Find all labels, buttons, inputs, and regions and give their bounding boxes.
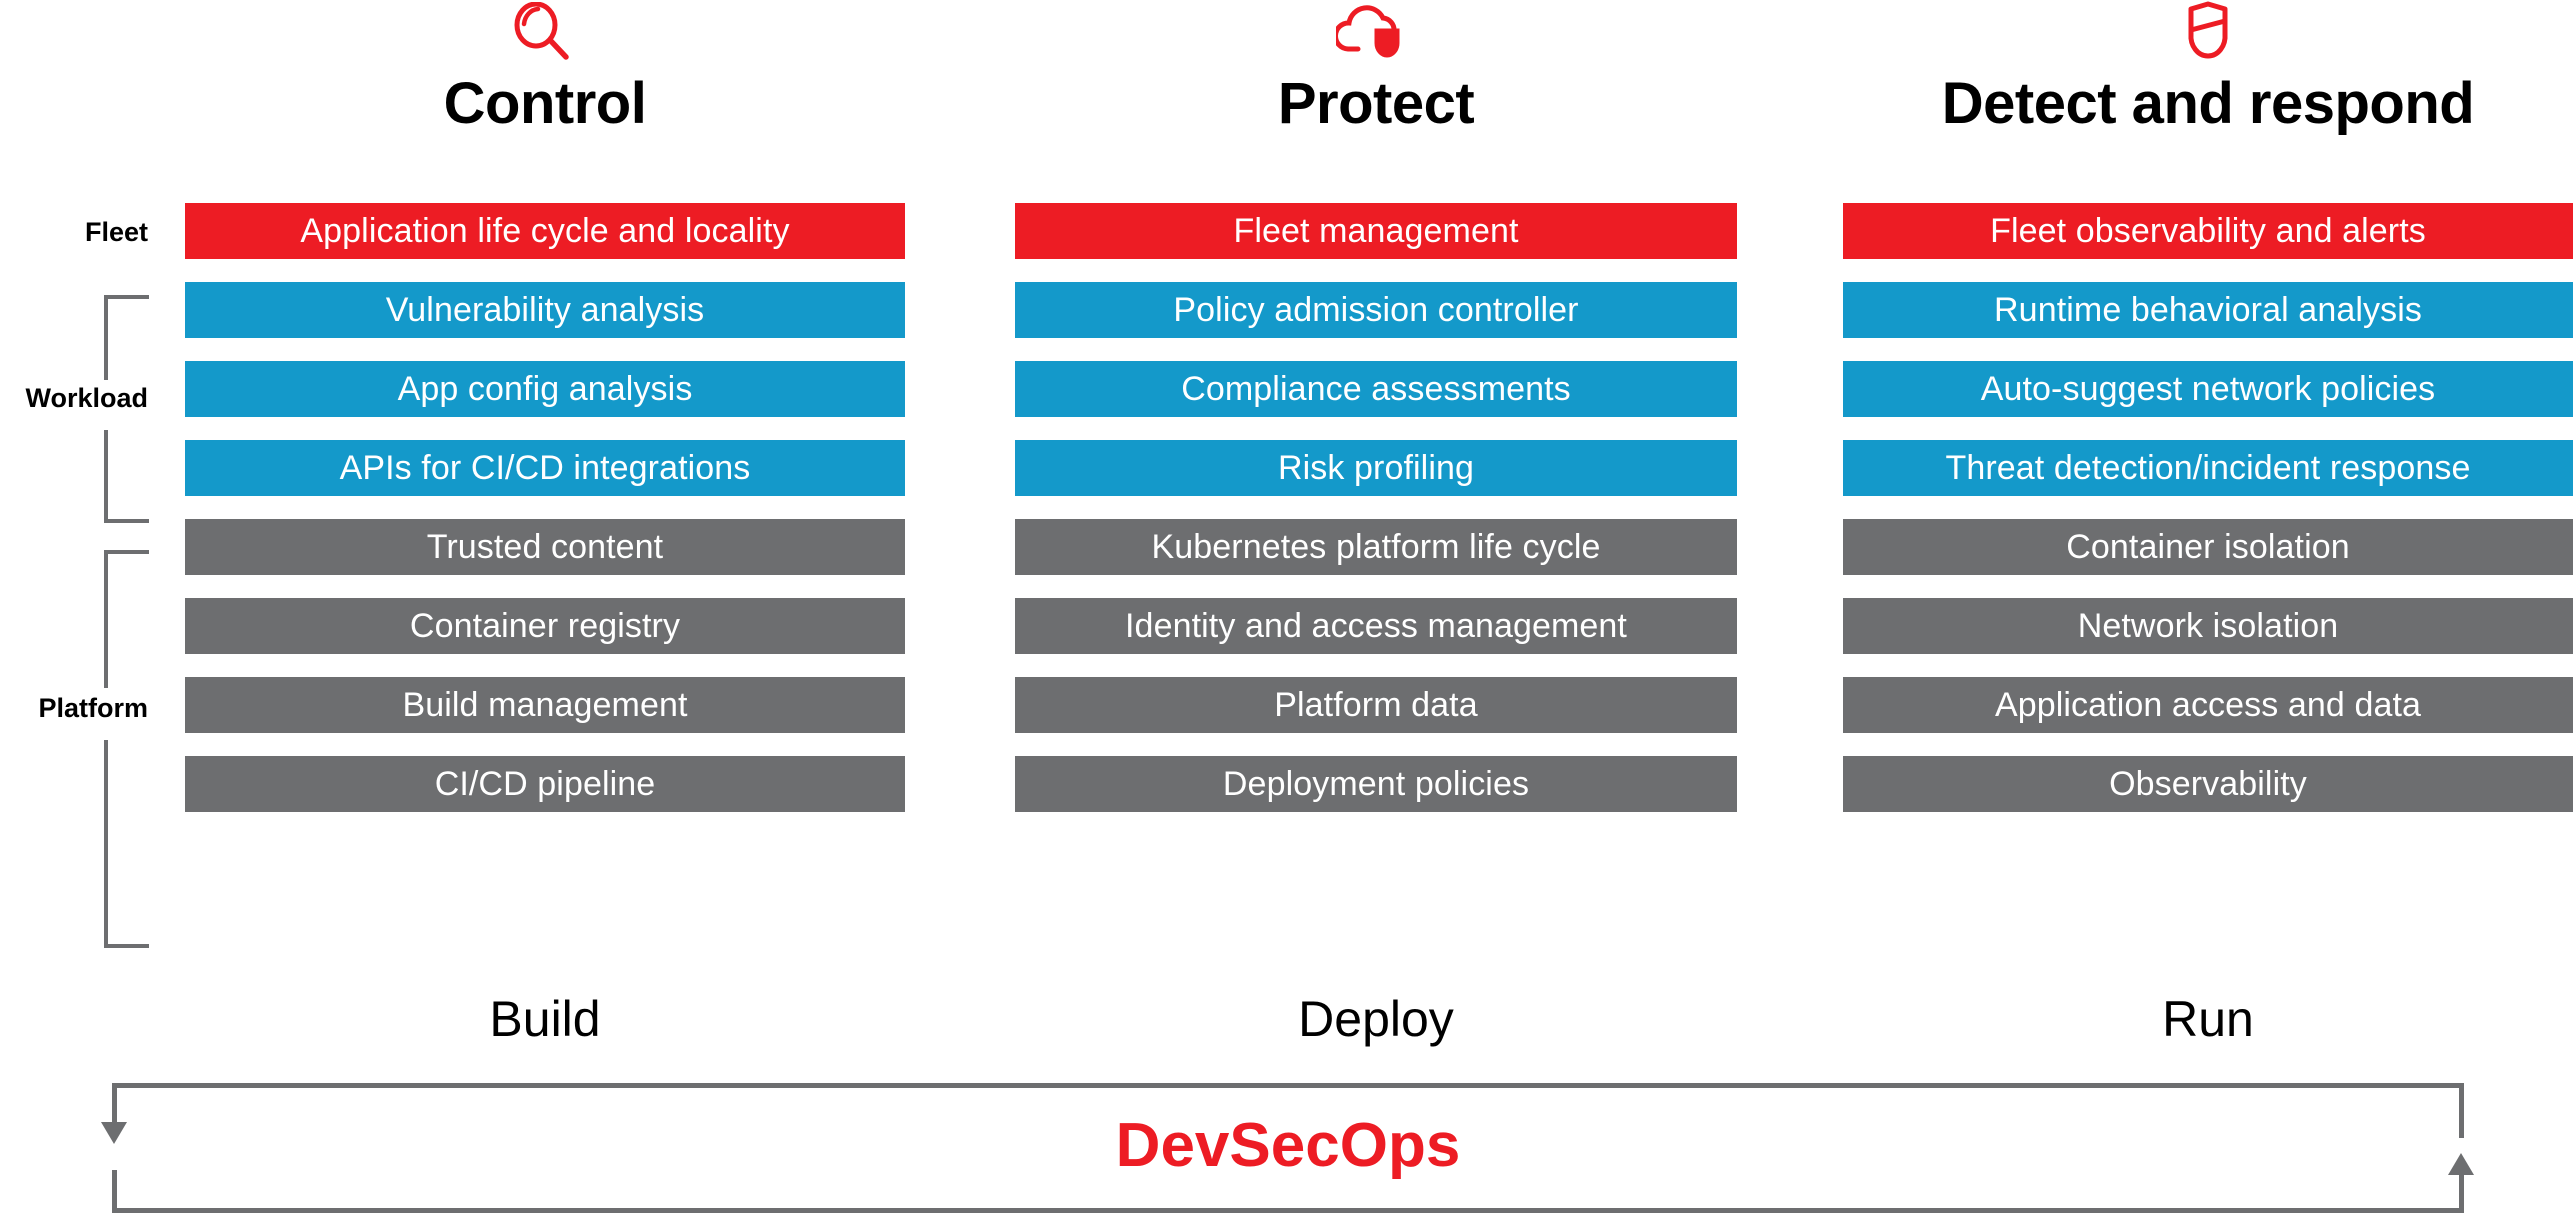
stage-label-build: Build — [489, 991, 601, 1047]
matrix-cell: Container registry — [185, 598, 905, 654]
matrix-cell: Platform data — [1015, 677, 1737, 733]
matrix-cell: Trusted content — [185, 519, 905, 575]
shield-icon — [2178, 1, 2238, 62]
matrix-cell: CI/CD pipeline — [185, 756, 905, 812]
matrix-cell: Risk profiling — [1015, 440, 1737, 496]
tier-label-platform: Platform — [38, 693, 148, 723]
tier-label-fleet: Fleet — [84, 217, 148, 247]
matrix-cell: Build management — [185, 677, 905, 733]
tier-label-workload: Workload — [25, 383, 148, 413]
matrix-cell: Auto-suggest network policies — [1843, 361, 2573, 417]
loop-line-bottom — [112, 1208, 2464, 1213]
matrix-cell: Observability — [1843, 756, 2573, 812]
bracket-platform-bottom — [104, 740, 149, 948]
matrix-cell: App config analysis — [185, 361, 905, 417]
stage-label-run: Run — [2162, 991, 2254, 1047]
matrix-cell: Deployment policies — [1015, 756, 1737, 812]
cloud-shield-icon — [1336, 2, 1416, 62]
column-title: Detect and respond — [1941, 71, 2475, 136]
stage-label-deploy: Deploy — [1298, 991, 1454, 1047]
matrix-cell: APIs for CI/CD integrations — [185, 440, 905, 496]
magnifier-icon — [510, 2, 580, 62]
devsecops-matrix-diagram: Control Protect Detect and respond Fleet… — [0, 0, 2573, 1218]
column-title: Protect — [1277, 71, 1475, 136]
bracket-workload-bottom — [104, 430, 149, 523]
devsecops-label: DevSecOps — [1115, 1111, 1461, 1180]
matrix-cell: Application life cycle and locality — [185, 203, 905, 259]
bracket-workload-top — [104, 295, 149, 380]
matrix-cell: Fleet observability and alerts — [1843, 203, 2573, 259]
column-header-detect-and-respond: Detect and respond — [1843, 0, 2573, 185]
matrix-cell: Fleet management — [1015, 203, 1737, 259]
matrix-cell: Kubernetes platform life cycle — [1015, 519, 1737, 575]
matrix-cell: Policy admission controller — [1015, 282, 1737, 338]
matrix-cell: Runtime behavioral analysis — [1843, 282, 2573, 338]
column-title: Control — [443, 71, 647, 136]
matrix-cell: Identity and access management — [1015, 598, 1737, 654]
loop-line-top — [112, 1083, 2464, 1088]
bracket-platform-top — [104, 550, 149, 688]
matrix-cell: Network isolation — [1843, 598, 2573, 654]
matrix-cell: Vulnerability analysis — [185, 282, 905, 338]
column-header-control: Control — [185, 0, 905, 185]
matrix-cell: Application access and data — [1843, 677, 2573, 733]
matrix-cell: Container isolation — [1843, 519, 2573, 575]
matrix-cell: Threat detection/incident response — [1843, 440, 2573, 496]
matrix-cell: Compliance assessments — [1015, 361, 1737, 417]
column-header-protect: Protect — [1015, 0, 1737, 185]
